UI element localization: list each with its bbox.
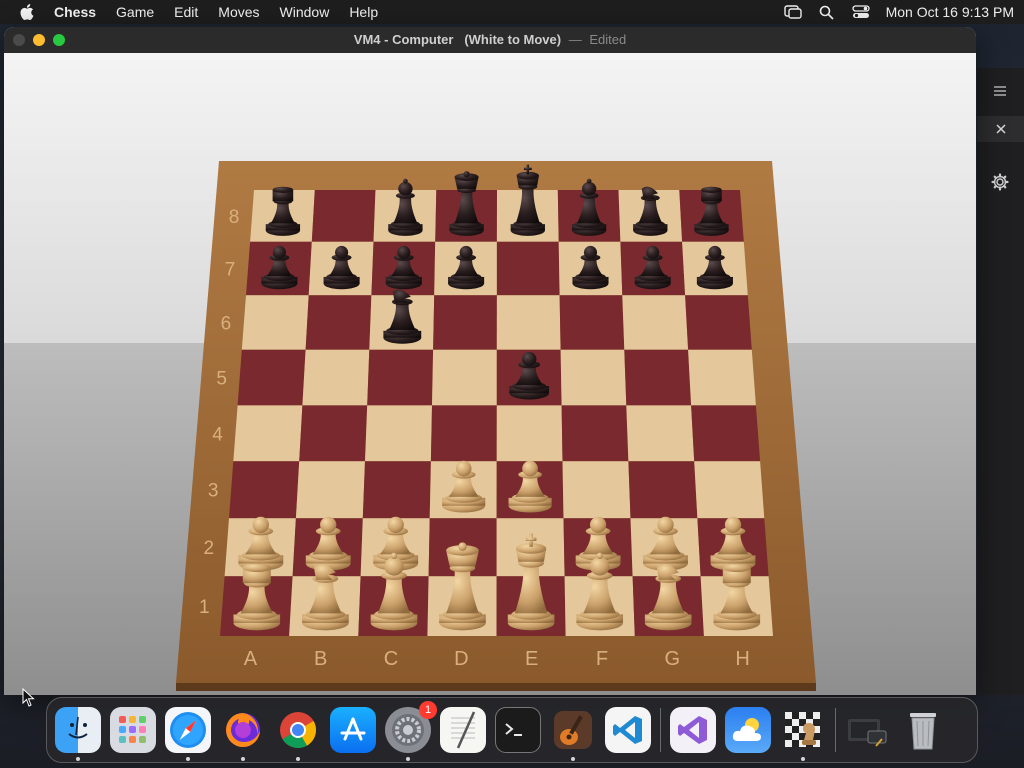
dock-divider xyxy=(660,708,661,752)
square-f4[interactable] xyxy=(561,405,629,462)
settings-icon[interactable]: 1 xyxy=(385,701,437,761)
textedit-icon[interactable] xyxy=(440,707,486,753)
menu-moves[interactable]: Moves xyxy=(208,0,269,24)
menu-clock[interactable]: Mon Oct 16 9:13 PM xyxy=(886,4,1014,20)
file-label-b: B xyxy=(314,648,327,670)
rank-label-4: 4 xyxy=(212,424,223,445)
trash-icon[interactable] xyxy=(900,707,946,753)
chess-window: VM4 - Computer (White to Move) — Edited xyxy=(4,27,976,695)
square-g6[interactable] xyxy=(622,295,689,350)
file-label-h: H xyxy=(735,648,749,670)
window-title-state: (White to Move) xyxy=(464,32,562,47)
square-b4[interactable] xyxy=(299,405,368,462)
square-b3[interactable] xyxy=(295,461,365,519)
square-h6[interactable] xyxy=(685,295,752,350)
rank-label-8: 8 xyxy=(229,207,240,228)
mouse-cursor xyxy=(22,688,35,707)
firefox-icon[interactable] xyxy=(220,707,266,761)
window-title: VM4 - Computer (White to Move) — Edited xyxy=(4,27,976,53)
garageband-icon[interactable] xyxy=(550,707,596,761)
app-store-icon[interactable] xyxy=(330,707,376,753)
file-label-g: G xyxy=(665,648,681,670)
list-icon[interactable] xyxy=(987,78,1013,104)
square-e7[interactable] xyxy=(496,241,560,296)
vscode-icon[interactable] xyxy=(605,707,651,753)
square-h4[interactable] xyxy=(691,405,761,462)
chrome-icon[interactable] xyxy=(275,707,321,761)
visual-studio-icon[interactable] xyxy=(670,707,716,753)
rank-label-1: 1 xyxy=(199,597,210,618)
weather-icon[interactable] xyxy=(725,707,771,753)
safari-icon[interactable] xyxy=(165,707,211,761)
square-d4[interactable] xyxy=(430,405,497,462)
menu-game[interactable]: Game xyxy=(106,0,164,24)
square-b8[interactable] xyxy=(311,190,376,242)
square-h5[interactable] xyxy=(688,349,756,406)
window-title-edited: Edited xyxy=(589,32,627,47)
finder-icon[interactable] xyxy=(55,707,101,761)
file-label-e: E xyxy=(525,648,538,670)
side-panel xyxy=(977,68,1024,695)
gear-icon[interactable] xyxy=(987,169,1013,195)
square-h3[interactable] xyxy=(694,461,765,519)
window-title-separator: — xyxy=(568,32,582,47)
window-close-button[interactable] xyxy=(13,34,25,46)
chess-board[interactable]: 8 7 6 5 4 3 2 1 A B C D E F G H xyxy=(4,53,976,695)
dock-divider-2 xyxy=(835,708,836,752)
file-label-a: A xyxy=(244,648,258,670)
square-b6[interactable] xyxy=(305,295,372,350)
square-a6[interactable] xyxy=(241,295,309,350)
apple-menu-icon[interactable] xyxy=(10,4,44,20)
settings-badge: 1 xyxy=(419,701,437,719)
square-e6[interactable] xyxy=(496,295,561,350)
square-d5[interactable] xyxy=(432,349,497,406)
menu-window[interactable]: Window xyxy=(270,0,340,24)
square-f3[interactable] xyxy=(562,461,631,519)
menu-bar: Chess Game Edit Moves Window Help Mon Oc… xyxy=(0,0,1024,24)
board-scene: 8 7 6 5 4 3 2 1 A B C D E F G H xyxy=(4,53,976,695)
square-a4[interactable] xyxy=(233,405,303,462)
control-center-icon[interactable] xyxy=(851,4,870,20)
chess-icon[interactable] xyxy=(780,707,826,761)
rank-label-7: 7 xyxy=(225,260,236,281)
window-minimize-button[interactable] xyxy=(33,34,45,46)
dock: 1 xyxy=(46,697,978,763)
square-a3[interactable] xyxy=(229,461,300,519)
square-g3[interactable] xyxy=(628,461,698,519)
square-c5[interactable] xyxy=(367,349,434,406)
board-frame-edge xyxy=(176,683,816,691)
file-label-f: F xyxy=(596,648,608,670)
window-titlebar[interactable]: VM4 - Computer (White to Move) — Edited xyxy=(4,27,976,53)
rank-label-6: 6 xyxy=(221,314,232,335)
menu-edit[interactable]: Edit xyxy=(164,0,208,24)
rank-label-2: 2 xyxy=(204,538,215,559)
square-f6[interactable] xyxy=(559,295,625,350)
menu-help[interactable]: Help xyxy=(339,0,388,24)
square-f5[interactable] xyxy=(560,349,627,406)
square-e4[interactable] xyxy=(496,405,563,462)
spotlight-search-icon[interactable] xyxy=(818,4,836,20)
square-a5[interactable] xyxy=(237,349,306,406)
rank-label-5: 5 xyxy=(216,369,227,390)
file-label-c: C xyxy=(384,648,398,670)
close-icon[interactable] xyxy=(977,116,1024,142)
rank-label-3: 3 xyxy=(208,481,219,502)
screen-mirroring-icon[interactable] xyxy=(783,4,802,20)
square-c4[interactable] xyxy=(365,405,432,462)
square-g4[interactable] xyxy=(626,405,695,462)
terminal-icon[interactable] xyxy=(495,707,541,753)
square-d6[interactable] xyxy=(433,295,497,350)
window-title-main: VM4 - Computer xyxy=(353,32,454,47)
square-g5[interactable] xyxy=(624,349,692,406)
file-label-d: D xyxy=(454,648,468,670)
screenshot-icon[interactable] xyxy=(845,707,891,753)
square-c3[interactable] xyxy=(362,461,431,519)
launchpad-icon[interactable] xyxy=(110,707,156,753)
square-b5[interactable] xyxy=(302,349,370,406)
menu-app-name[interactable]: Chess xyxy=(44,0,106,24)
window-zoom-button[interactable] xyxy=(53,34,65,46)
